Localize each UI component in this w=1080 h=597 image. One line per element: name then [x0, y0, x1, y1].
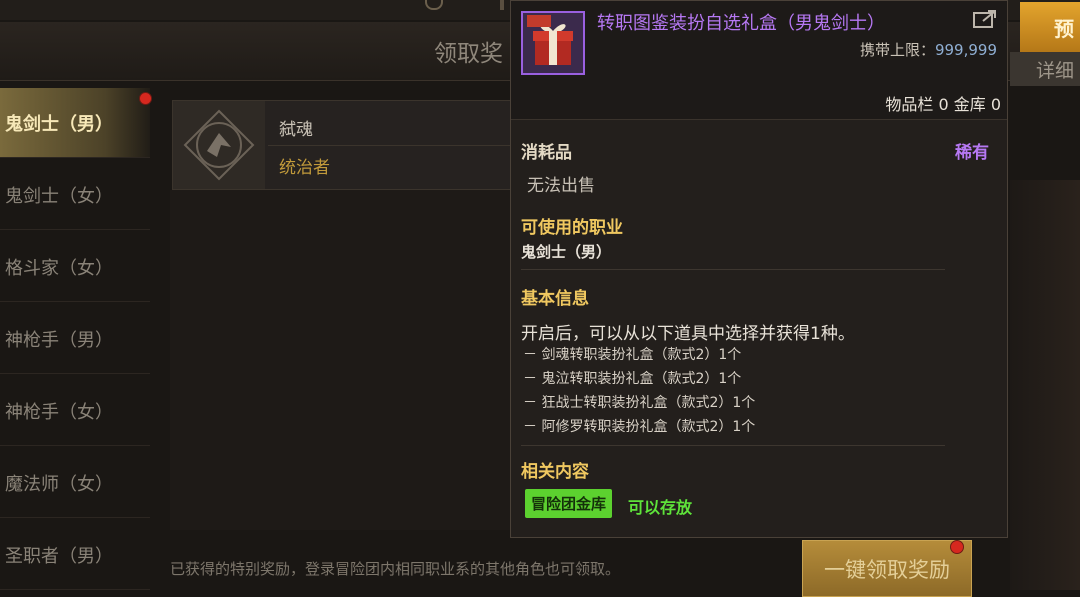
usable-class: 鬼剑士（男） [521, 243, 612, 261]
notification-dot [950, 540, 964, 554]
claim-all-button[interactable]: 一键领取奖励 [802, 540, 972, 597]
reward-title: 统治者 [279, 158, 330, 178]
header-ornament [500, 0, 504, 10]
info-note: 已获得的特别奖励，登录冒险团内相同职业系的其他角色也可领取。 [170, 560, 621, 578]
sidebar-item-label: 魔法师（女） [5, 473, 113, 495]
class-sidebar: 鬼剑士（男） 鬼剑士（女） 格斗家（女） 神枪手（男） 神枪手（女） 魔法师（女… [0, 88, 150, 595]
divider [268, 145, 513, 146]
account-vault-tag: 冒险团金库 [525, 489, 613, 518]
item-description: 开启后，可以从以下道具中选择并获得1种。 [521, 324, 855, 344]
option-item: － 剑魂转职装扮礼盒（款式2）1个 [523, 347, 742, 363]
carry-limit-label: 携带上限： [859, 41, 935, 59]
sidebar-item-label: 鬼剑士（女） [5, 185, 113, 207]
gift-box-icon [521, 11, 585, 75]
sidebar-item-gunner-male[interactable]: 神枪手（男） [0, 304, 150, 374]
sidebar-item-label: 神枪手（女） [5, 401, 113, 423]
storage-count: 物品栏 0 金库 0 [885, 95, 1001, 114]
detail-tab[interactable]: 详细 [1010, 52, 1080, 86]
preview-button[interactable]: 预 [1020, 2, 1080, 52]
carry-limit-value: 999,999 [934, 41, 997, 59]
item-name: 转职图鉴装扮自选礼盒（男鬼剑士） [597, 13, 885, 34]
basic-info-heading: 基本信息 [521, 289, 589, 309]
sidebar-item-gunner-female[interactable]: 神枪手（女） [0, 376, 150, 446]
share-icon[interactable] [973, 9, 997, 29]
option-item: － 狂战士转职装扮礼盒（款式2）1个 [523, 395, 756, 411]
sidebar-item-label: 鬼剑士（男） [5, 113, 113, 135]
sidebar-item-mage-female[interactable]: 魔法师（女） [0, 448, 150, 518]
reward-card[interactable]: 弑魂 统治者 [172, 100, 514, 190]
page-title: 领取奖 [434, 41, 503, 67]
background-art [1010, 180, 1080, 590]
rarity-label: 稀有 [955, 143, 989, 163]
sidebar-item-slayer-male[interactable]: 鬼剑士（男） [0, 88, 150, 158]
option-item: － 阿修罗转职装扮礼盒（款式2）1个 [523, 419, 756, 435]
storage-status: 可以存放 [628, 498, 693, 517]
trade-restriction: 无法出售 [527, 176, 595, 196]
usable-class-heading: 可使用的职业 [521, 218, 623, 238]
reward-name: 弑魂 [279, 120, 313, 140]
carry-limit: 携带上限：999,999 [860, 39, 997, 60]
divider [521, 445, 945, 446]
item-type: 消耗品 [521, 143, 572, 163]
related-heading: 相关内容 [521, 462, 589, 482]
sidebar-item-label: 神枪手（男） [5, 329, 113, 351]
notification-dot [139, 92, 152, 105]
option-item: － 鬼泣转职装扮礼盒（款式2）1个 [523, 371, 742, 387]
sidebar-item-priest-male[interactable]: 圣职者（男） [0, 520, 150, 590]
emblem-icon [173, 101, 265, 189]
reward-list-panel [170, 190, 510, 530]
divider [521, 269, 945, 270]
sidebar-item-fighter-female[interactable]: 格斗家（女） [0, 232, 150, 302]
item-tooltip: 转职图鉴装扮自选礼盒（男鬼剑士） 携带上限：999,999 物品栏 0 金库 0… [510, 0, 1008, 538]
sidebar-item-slayer-female[interactable]: 鬼剑士（女） [0, 160, 150, 230]
sidebar-item-label: 格斗家（女） [5, 257, 113, 279]
sidebar-item-label: 圣职者（男） [5, 545, 113, 567]
